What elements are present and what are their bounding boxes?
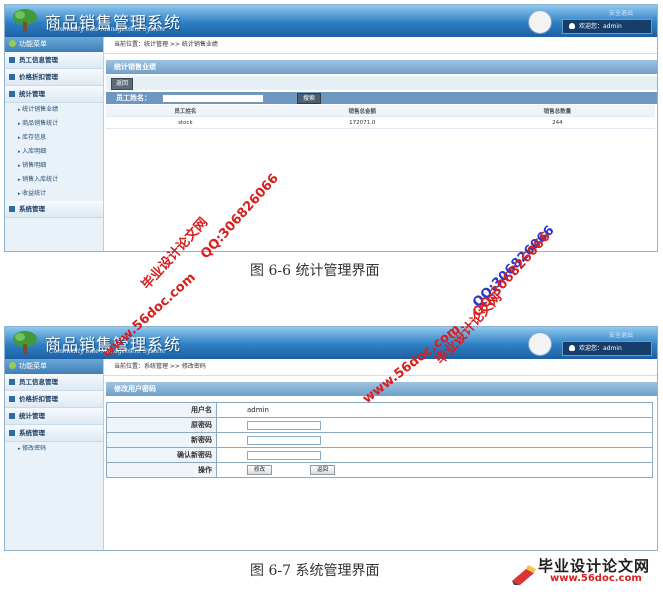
menu-group-stats[interactable]: 统计管理 — [5, 86, 103, 103]
figure-caption-6-6: 图 6-6 统计管理界面 — [250, 263, 380, 279]
logout-link[interactable]: 安全退出 — [609, 330, 633, 339]
form-row: 用户名 admin — [106, 402, 653, 418]
action-label: 操作 — [106, 462, 217, 478]
menu-group-stats[interactable]: 统计管理 — [5, 408, 103, 425]
form-row: 操作 修改 返回 — [106, 462, 653, 478]
menu-square-icon — [9, 91, 15, 97]
menu-group-price[interactable]: 价格折扣管理 — [5, 391, 103, 408]
welcome-badge: 欢迎您：admin — [562, 341, 652, 356]
old-password-label: 原密码 — [106, 417, 217, 433]
table-header-row: 员工姓名 销售总金额 销售总数量 — [106, 105, 655, 117]
search-label: 员工姓名： — [116, 94, 151, 102]
screenshot-system: 商品销售管理系统 Commodity Sale Management Syste… — [4, 326, 658, 551]
menu-square-icon — [9, 396, 15, 402]
cell-employee-name: stock — [106, 116, 265, 129]
app-subtitle: Commodity Sale Management System — [49, 26, 165, 33]
menu-header: 功能菜单 — [5, 359, 103, 374]
username-value: admin — [216, 402, 653, 418]
old-password-input[interactable] — [247, 420, 321, 430]
employee-name-input[interactable] — [162, 94, 264, 103]
menu-square-icon — [9, 430, 15, 436]
sales-table: 员工姓名 销售总金额 销售总数量 stock 172071.0 244 — [106, 105, 655, 129]
menu-item-change-password[interactable]: 修改密码 — [5, 442, 103, 456]
user-icon — [569, 345, 575, 351]
new-password-input[interactable] — [247, 435, 321, 445]
globe-icon — [9, 362, 16, 369]
menu-group-label: 价格折扣管理 — [19, 395, 58, 403]
pencil-book-icon — [512, 565, 536, 585]
menu-square-icon — [9, 413, 15, 419]
sidebar: 功能菜单 员工信息管理 价格折扣管理 统计管理 统计销售业绩 商品销售统计 库存… — [5, 37, 104, 251]
globe-icon — [9, 40, 16, 47]
avatar — [528, 10, 552, 34]
menu-group-price[interactable]: 价格折扣管理 — [5, 69, 103, 86]
back-button[interactable]: 返回 — [111, 78, 134, 90]
menu-group-staff[interactable]: 员工信息管理 — [5, 374, 103, 391]
username-label: 用户名 — [106, 402, 217, 418]
cell-total-quantity: 244 — [459, 116, 655, 129]
breadcrumb: 当前位置：系统管理 >> 修改密码 — [104, 359, 657, 376]
menu-square-icon — [9, 74, 15, 80]
menu-item-product-sales[interactable]: 商品销售统计 — [5, 117, 103, 131]
menu-group-label: 系统管理 — [19, 429, 45, 437]
user-icon — [569, 23, 575, 29]
menu-group-system[interactable]: 系统管理 — [5, 201, 103, 218]
figure-caption-6-7: 图 6-7 系统管理界面 — [250, 563, 380, 579]
brand-logo: 毕业设计论文网 www.56doc.com — [510, 555, 660, 589]
menu-item-sales-stock-stats[interactable]: 销售入库统计 — [5, 173, 103, 187]
search-button[interactable]: 搜索 — [297, 93, 322, 104]
back-button[interactable]: 返回 — [310, 465, 336, 475]
welcome-text: 欢迎您：admin — [579, 345, 622, 352]
logout-link[interactable]: 安全退出 — [609, 8, 633, 17]
form-row: 确认新密码 — [106, 447, 653, 463]
welcome-badge: 欢迎您：admin — [562, 19, 652, 34]
menu-item-revenue[interactable]: 收益统计 — [5, 187, 103, 201]
back-bar: 返回 — [106, 76, 657, 90]
brand-url: www.56doc.com — [550, 573, 642, 584]
section-title: 统计销售业绩 — [106, 60, 657, 74]
avatar — [528, 332, 552, 356]
col-employee-name: 员工姓名 — [106, 105, 265, 117]
menu-square-icon — [9, 57, 15, 63]
screenshot-statistics: 商品销售管理系统 Commodity Sale Management Syste… — [4, 4, 658, 252]
new-password-label: 新密码 — [106, 432, 217, 448]
app-header: 商品销售管理系统 Commodity Sale Management Syste… — [5, 5, 657, 37]
menu-group-system[interactable]: 系统管理 — [5, 425, 103, 442]
menu-group-staff[interactable]: 员工信息管理 — [5, 52, 103, 69]
menu-item-inventory[interactable]: 库存信息 — [5, 131, 103, 145]
menu-group-label: 员工信息管理 — [19, 56, 58, 64]
menu-header-label: 功能菜单 — [19, 40, 47, 48]
form-row: 原密码 — [106, 417, 653, 433]
menu-square-icon — [9, 379, 15, 385]
menu-item-sales-detail[interactable]: 销售明细 — [5, 159, 103, 173]
breadcrumb: 当前位置：统计管理 >> 统计销售业绩 — [104, 37, 657, 54]
main-content: 当前位置：统计管理 >> 统计销售业绩 统计销售业绩 返回 员工姓名： 搜索 员… — [104, 37, 657, 251]
menu-group-label: 统计管理 — [19, 412, 45, 420]
form-row: 新密码 — [106, 432, 653, 448]
confirm-password-label: 确认新密码 — [106, 447, 217, 463]
cell-total-amount: 172071.0 — [264, 116, 460, 129]
password-form: 用户名 admin 原密码 新密码 确认新密码 操作 修改 返回 — [106, 402, 653, 478]
submit-button[interactable]: 修改 — [247, 465, 273, 475]
search-bar: 员工姓名： 搜索 — [106, 92, 657, 104]
tree-logo-icon — [13, 9, 37, 32]
menu-group-label: 价格折扣管理 — [19, 73, 58, 81]
menu-group-label: 系统管理 — [19, 205, 45, 213]
menu-item-sales-performance[interactable]: 统计销售业绩 — [5, 103, 103, 117]
tree-logo-icon — [13, 331, 37, 354]
menu-item-stock-in[interactable]: 入库明细 — [5, 145, 103, 159]
menu-header-label: 功能菜单 — [19, 362, 47, 370]
col-total-amount: 销售总金额 — [264, 105, 460, 117]
table-row: stock 172071.0 244 — [106, 116, 655, 129]
confirm-password-input[interactable] — [247, 450, 321, 460]
menu-square-icon — [9, 206, 15, 212]
welcome-text: 欢迎您：admin — [579, 23, 622, 30]
menu-group-label: 统计管理 — [19, 90, 45, 98]
sidebar: 功能菜单 员工信息管理 价格折扣管理 统计管理 系统管理 修改密码 — [5, 359, 104, 550]
menu-header: 功能菜单 — [5, 37, 103, 52]
menu-group-label: 员工信息管理 — [19, 378, 58, 386]
col-total-quantity: 销售总数量 — [459, 105, 655, 117]
